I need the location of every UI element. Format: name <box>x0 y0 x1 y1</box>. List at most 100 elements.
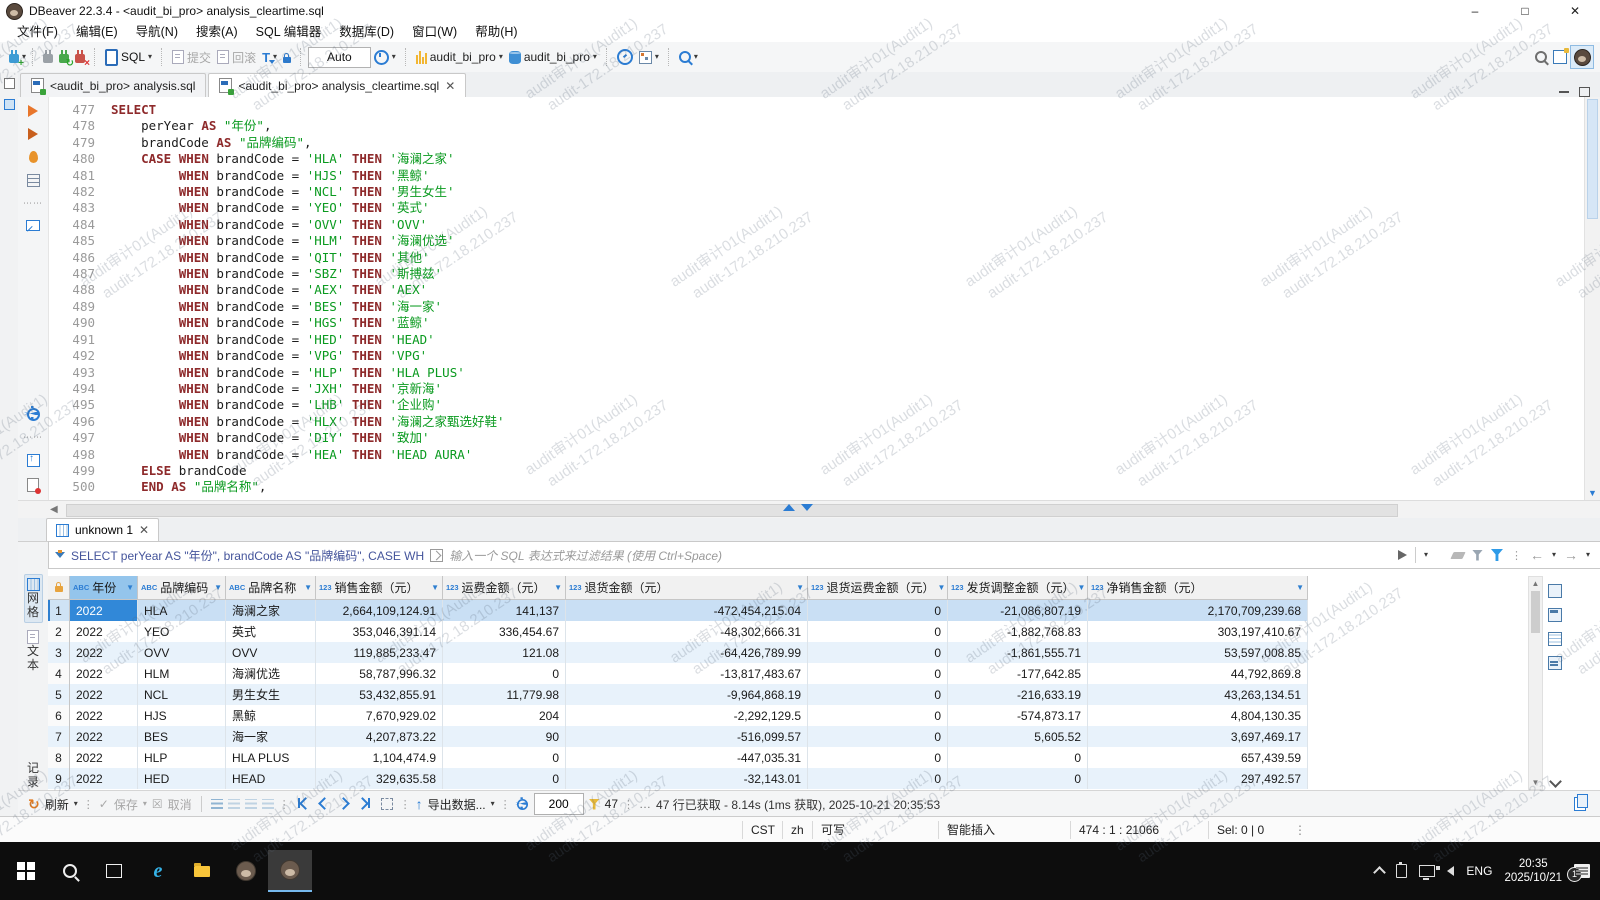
menu-item[interactable]: 数据库(D) <box>330 22 403 42</box>
column-header-运费金额（元）[interactable]: 123 运费金额（元） ▼ <box>443 576 566 600</box>
reconnect-button[interactable]: ↻ <box>56 46 74 69</box>
transaction-history-button[interactable]: ▾ <box>371 46 399 68</box>
cell[interactable]: 204 <box>443 705 566 726</box>
cell[interactable]: YEO <box>138 621 226 642</box>
minimize-editor-icon[interactable] <box>1559 91 1569 93</box>
delete-row-icon[interactable] <box>244 799 257 809</box>
code-line[interactable]: 477 SELECT <box>49 102 1584 118</box>
cell[interactable]: -9,964,868.19 <box>566 684 808 705</box>
cell[interactable]: 7,670,929.02 <box>316 705 443 726</box>
code-line[interactable]: 478 perYear AS "年份", <box>49 118 1584 134</box>
clock[interactable]: 20:35 2025/10/21 <box>1504 857 1562 885</box>
cell[interactable]: 0 <box>808 768 948 789</box>
grid-vertical-scrollbar[interactable]: ▲ ▼ <box>1528 576 1543 790</box>
close-results-icon[interactable]: ✕ <box>139 523 149 537</box>
scroll-up-button[interactable]: ▲ <box>1529 579 1542 588</box>
row-number-cell[interactable]: 2 <box>48 621 70 642</box>
metadata-panel-icon[interactable] <box>1548 632 1562 646</box>
presentation-tab-文本[interactable]: 文本 <box>25 627 41 675</box>
cell[interactable]: 43,263,134.51 <box>1088 684 1308 705</box>
cell[interactable]: -32,143.01 <box>566 768 808 789</box>
maximize-panel-button[interactable] <box>783 504 795 511</box>
row-number-cell[interactable]: 8 <box>48 747 70 768</box>
execute-script-button[interactable] <box>28 128 38 140</box>
connection-selector[interactable]: audit_bi_pro ▾ <box>413 46 506 68</box>
cell[interactable]: -1,861,555.71 <box>948 642 1088 663</box>
filter-input[interactable]: 输入一个 SQL 表达式来过滤结果 (使用 Ctrl+Space) <box>449 547 1392 564</box>
menu-item[interactable]: 文件(F) <box>8 22 67 42</box>
cell[interactable]: 英式 <box>226 621 316 642</box>
column-header-品牌名称[interactable]: ABC 品牌名称 ▼ <box>226 576 316 600</box>
task-view-button[interactable] <box>92 851 136 891</box>
cell[interactable]: 53,432,855.91 <box>316 684 443 705</box>
code-line[interactable]: 497 WHEN brandCode = 'DIY' THEN '致加' <box>49 430 1584 446</box>
rollback-button[interactable]: 回滚 <box>214 46 259 68</box>
export-icon[interactable] <box>26 453 40 467</box>
maximize-editor-icon[interactable] <box>1579 87 1590 97</box>
cell[interactable]: -447,035.31 <box>566 747 808 768</box>
column-filter-icon[interactable]: ▼ <box>126 583 134 592</box>
cell[interactable]: 0 <box>808 600 948 621</box>
search-button[interactable]: ▾ <box>676 46 701 68</box>
tray-expand-icon[interactable] <box>1373 866 1387 879</box>
cell[interactable]: 0 <box>808 663 948 684</box>
code-line[interactable]: 490 WHEN brandCode = 'HGS' THEN '蓝鲸' <box>49 315 1584 331</box>
scroll-down-button[interactable]: ▼ <box>1529 778 1542 787</box>
column-filter-icon[interactable]: ▼ <box>554 583 562 592</box>
cell[interactable]: HJS <box>138 705 226 726</box>
cell[interactable]: HLA PLUS <box>226 747 316 768</box>
cell[interactable]: 303,197,410.67 <box>1088 621 1308 642</box>
editor-vertical-scrollbar[interactable]: ▼ <box>1584 97 1600 500</box>
column-filter-icon[interactable]: ▼ <box>1296 583 1304 592</box>
cell[interactable]: OVV <box>138 642 226 663</box>
references-panel-icon[interactable] <box>1548 656 1562 670</box>
cell[interactable]: 90 <box>443 726 566 747</box>
restore-panel-icon[interactable] <box>3 78 15 89</box>
lock-button[interactable] <box>280 46 294 68</box>
code-line[interactable]: 492 WHEN brandCode = 'VPG' THEN 'VPG' <box>49 348 1584 364</box>
column-header-年份[interactable]: ABC 年份 ▼ <box>70 576 138 600</box>
column-header-销售金额（元）[interactable]: 123 销售金额（元） ▼ <box>316 576 443 600</box>
statusbar-segment[interactable]: 智能插入 <box>938 821 1070 839</box>
status-ellipsis[interactable]: … <box>639 797 651 811</box>
results-tab[interactable]: unknown 1 ✕ <box>46 518 160 541</box>
scrollbar-thumb[interactable] <box>1587 99 1598 219</box>
taskbar-search-button[interactable] <box>48 851 92 891</box>
cell[interactable]: 2022 <box>70 663 138 684</box>
cell[interactable]: 4,804,130.35 <box>1088 705 1308 726</box>
dashboard-button[interactable] <box>614 46 636 68</box>
cell[interactable]: 297,492.57 <box>1088 768 1308 789</box>
cell[interactable]: 黑鲸 <box>226 705 316 726</box>
cell[interactable]: 0 <box>808 621 948 642</box>
maximize-button[interactable]: □ <box>1500 0 1550 22</box>
cell[interactable]: HED <box>138 768 226 789</box>
cell[interactable]: 329,635.58 <box>316 768 443 789</box>
code-line[interactable]: 489 WHEN brandCode = 'BES' THEN '海一家' <box>49 299 1584 315</box>
scroll-left-button[interactable]: ◀ <box>50 504 58 515</box>
cell[interactable]: 2,170,709,239.68 <box>1088 600 1308 621</box>
row-number-cell[interactable]: 6 <box>48 705 70 726</box>
apply-filter-button[interactable] <box>1397 550 1407 560</box>
forward-dropdown[interactable]: ▾ <box>1586 551 1590 559</box>
cell[interactable]: 44,792,869.8 <box>1088 663 1308 684</box>
code-line[interactable]: 482 WHEN brandCode = 'NCL' THEN '男生女生' <box>49 184 1584 200</box>
column-header-品牌编码[interactable]: ABC 品牌编码 ▼ <box>138 576 226 600</box>
cell[interactable]: HLP <box>138 747 226 768</box>
cell[interactable]: HLA <box>138 600 226 621</box>
cell[interactable]: -1,882,768.83 <box>948 621 1088 642</box>
cell[interactable]: 4,207,873.22 <box>316 726 443 747</box>
forward-arrow-icon[interactable]: → <box>1564 548 1578 562</box>
close-tab-icon[interactable]: ✕ <box>445 79 455 93</box>
cell[interactable]: NCL <box>138 684 226 705</box>
code-line[interactable]: 495 WHEN brandCode = 'LHB' THEN '企业购' <box>49 397 1584 413</box>
settings-gear-icon[interactable] <box>26 408 40 421</box>
dbeaver-taskbar-button[interactable] <box>224 851 268 891</box>
statusbar-segment[interactable]: zh <box>782 821 812 839</box>
commit-button[interactable]: 提交 <box>169 46 214 68</box>
code-line[interactable]: 483 WHEN brandCode = 'YEO' THEN '英式' <box>49 200 1584 216</box>
go-to-row-button[interactable] <box>380 798 393 810</box>
notification-center-button[interactable]: 1 <box>1567 864 1590 882</box>
next-row-button[interactable] <box>336 797 350 811</box>
code-line[interactable]: 484 WHEN brandCode = 'OVV' THEN 'OVV' <box>49 217 1584 233</box>
save-filter-icon[interactable] <box>1490 549 1503 561</box>
